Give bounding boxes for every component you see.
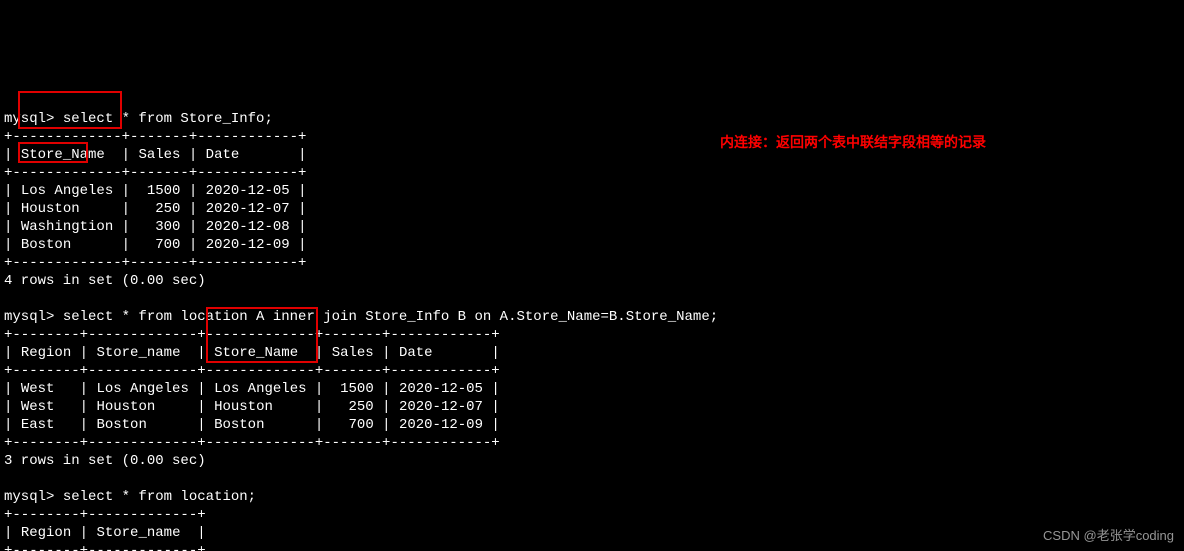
- cell: West: [21, 381, 55, 397]
- annotation-text: 内连接：返回两个表中联结字段相等的记录: [720, 133, 986, 151]
- cell: West: [21, 399, 55, 415]
- col-header: Date: [206, 147, 240, 163]
- prompt: mysql>: [4, 111, 63, 127]
- col-header: Store_Name: [21, 147, 105, 163]
- cell: Houston: [21, 201, 80, 217]
- sql-query-2: select * from location A inner join Stor…: [63, 309, 718, 325]
- table-border: +--------+-------------+-------------+--…: [4, 435, 500, 451]
- cell: Los Angeles: [21, 183, 113, 199]
- cell: 2020-12-07: [399, 399, 483, 415]
- cell: Los Angeles: [96, 381, 188, 397]
- cell: 700: [349, 417, 374, 433]
- table-border: +--------+-------------+: [4, 507, 206, 523]
- col-header: Store_name: [96, 525, 180, 541]
- prompt: mysql>: [4, 489, 63, 505]
- table-border: +-------------+-------+------------+: [4, 165, 306, 181]
- col-header: Sales: [138, 147, 180, 163]
- sql-query-1: select * from Store_Info;: [63, 111, 273, 127]
- col-header: Sales: [332, 345, 374, 361]
- cell: 2020-12-09: [206, 237, 290, 253]
- cell: 2020-12-05: [206, 183, 290, 199]
- col-header: Region: [21, 345, 71, 361]
- cell: 2020-12-07: [206, 201, 290, 217]
- rows-footer: 3 rows in set (0.00 sec): [4, 453, 206, 469]
- cell: Houston: [96, 399, 155, 415]
- table-border: +--------+-------------+-------------+--…: [4, 363, 500, 379]
- cell: Boston: [96, 417, 146, 433]
- cell: 1500: [340, 381, 374, 397]
- cell: East: [21, 417, 55, 433]
- cell: 700: [155, 237, 180, 253]
- prompt: mysql>: [4, 309, 63, 325]
- cell: 2020-12-09: [399, 417, 483, 433]
- terminal-output: mysql> select * from Store_Info; +------…: [0, 90, 1184, 551]
- cell: 1500: [147, 183, 181, 199]
- cell: Los Angeles: [214, 381, 306, 397]
- cell: Washingtion: [21, 219, 113, 235]
- cell: 300: [155, 219, 180, 235]
- cell: Boston: [214, 417, 264, 433]
- col-header: Date: [399, 345, 433, 361]
- table-border: +--------+-------------+: [4, 543, 206, 551]
- col-header: Store_name: [96, 345, 180, 361]
- cell: Houston: [214, 399, 273, 415]
- cell: 250: [155, 201, 180, 217]
- table-border: +-------------+-------+------------+: [4, 255, 306, 271]
- table-border: +--------+-------------+-------------+--…: [4, 327, 500, 343]
- col-header: Store_Name: [214, 345, 298, 361]
- cell: Boston: [21, 237, 71, 253]
- cell: 2020-12-08: [206, 219, 290, 235]
- rows-footer: 4 rows in set (0.00 sec): [4, 273, 206, 289]
- cell: 2020-12-05: [399, 381, 483, 397]
- cell: 250: [349, 399, 374, 415]
- col-header: Region: [21, 525, 71, 541]
- watermark-text: CSDN @老张学coding: [1043, 527, 1174, 545]
- table-border: +-------------+-------+------------+: [4, 129, 306, 145]
- sql-query-3: select * from location;: [63, 489, 256, 505]
